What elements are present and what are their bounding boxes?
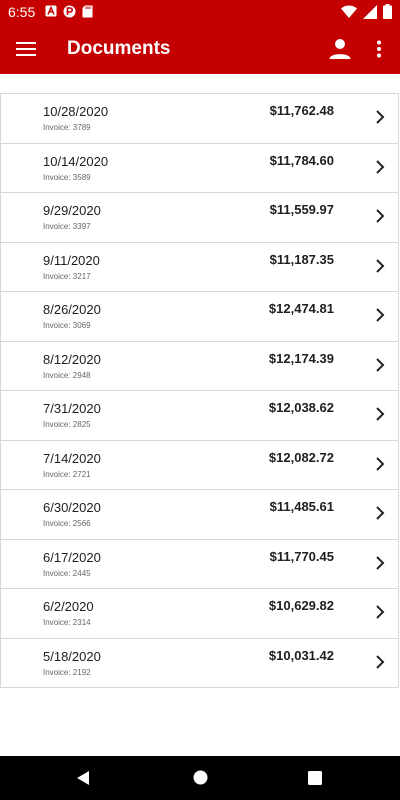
document-amount: $10,031.42	[268, 647, 334, 663]
p-badge-icon	[63, 5, 76, 18]
document-date: 6/17/2020	[43, 549, 101, 565]
status-bar: 6:55	[0, 0, 400, 24]
navigation-bar	[0, 756, 400, 800]
system-icons	[341, 4, 392, 19]
document-row[interactable]: 6/2/2020 Invoice: 2314 $10,629.82	[1, 589, 398, 639]
document-amount: $11,559.97	[269, 202, 334, 217]
text-a-icon	[45, 5, 57, 17]
chevron-right-icon	[376, 357, 385, 372]
chevron-right-icon	[376, 308, 385, 322]
document-amount: $10,629.82	[268, 598, 334, 613]
document-date: 7/31/2020	[43, 401, 101, 416]
document-invoice: Invoice: 3069	[43, 321, 91, 330]
document-date: 6/30/2020	[43, 500, 101, 515]
document-row[interactable]: 8/12/2020 Invoice: 2948 $12,174.39	[1, 342, 398, 391]
document-amount: $11,187.35	[269, 251, 334, 267]
document-amount: $12,038.62	[268, 400, 334, 415]
document-invoice: Invoice: 3217	[43, 271, 91, 281]
document-invoice: Invoice: 2721	[43, 469, 91, 479]
document-row[interactable]: 9/29/2020 Invoice: 3397 $11,559.97	[1, 193, 398, 243]
document-date: 9/29/2020	[43, 203, 101, 218]
document-date: 7/14/2020	[43, 450, 101, 466]
sd-card-icon	[82, 5, 93, 18]
account-button[interactable]	[326, 35, 354, 63]
chevron-right-icon	[376, 159, 385, 174]
home-icon[interactable]	[193, 770, 208, 785]
chevron-right-icon	[376, 555, 385, 570]
document-invoice: Invoice: 2192	[43, 667, 91, 677]
document-date: 8/12/2020	[43, 351, 101, 367]
recents-icon[interactable]	[308, 771, 322, 785]
person-icon	[329, 39, 351, 59]
chevron-right-icon	[376, 456, 385, 471]
document-invoice: Invoice: 2948	[43, 370, 91, 380]
more-vertical-icon	[377, 40, 381, 58]
document-amount: $11,770.45	[269, 548, 334, 564]
document-date: 9/11/2020	[43, 252, 100, 268]
document-date: 10/14/2020	[43, 153, 109, 169]
back-icon[interactable]	[76, 770, 90, 786]
document-row[interactable]: 7/31/2020 Invoice: 2825 $12,038.62	[1, 391, 398, 441]
document-amount: $12,082.72	[268, 449, 334, 465]
chevron-right-icon	[376, 506, 385, 520]
chevron-right-icon	[376, 258, 385, 273]
document-invoice: Invoice: 2445	[43, 568, 91, 578]
document-row[interactable]: 5/18/2020 Invoice: 2192 $10,031.42	[1, 639, 398, 688]
overflow-menu-button[interactable]	[368, 35, 390, 63]
chevron-right-icon	[376, 605, 385, 619]
document-row[interactable]: 7/14/2020 Invoice: 2721 $12,082.72	[1, 441, 398, 490]
document-amount: $11,784.60	[269, 152, 334, 168]
document-date: 6/2/2020	[43, 599, 94, 614]
app-bar: Documents	[0, 24, 400, 74]
chevron-right-icon	[376, 407, 385, 421]
status-time: 6:55	[8, 4, 36, 20]
hamburger-menu-icon	[16, 42, 36, 56]
wifi-icon	[341, 4, 357, 18]
document-invoice: Invoice: 2566	[43, 519, 91, 528]
document-date: 8/26/2020	[43, 302, 101, 317]
chevron-right-icon	[376, 209, 385, 223]
page-title: Documents	[67, 38, 171, 59]
document-amount: $11,485.61	[269, 499, 334, 514]
signal-icon	[363, 4, 377, 19]
document-amount: $12,174.39	[268, 350, 334, 366]
document-list: 10/28/2020 Invoice: 3789 $11,762.48 10/1…	[0, 93, 399, 688]
document-amount: $12,474.81	[268, 301, 334, 316]
document-invoice: Invoice: 3589	[43, 172, 91, 182]
document-invoice: Invoice: 2314	[43, 618, 91, 627]
document-invoice: Invoice: 3789	[43, 123, 91, 132]
chevron-right-icon	[376, 110, 385, 124]
chevron-right-icon	[376, 654, 385, 669]
screen: 6:55 Documents 10/28/2020 Invoice: 3789 …	[0, 0, 400, 800]
document-date: 5/18/2020	[43, 648, 101, 664]
battery-icon	[383, 4, 392, 19]
document-row[interactable]: 6/17/2020 Invoice: 2445 $11,770.45	[1, 540, 398, 589]
document-row[interactable]: 8/26/2020 Invoice: 3069 $12,474.81	[1, 292, 398, 342]
notification-icons	[45, 5, 93, 18]
document-row[interactable]: 10/14/2020 Invoice: 3589 $11,784.60	[1, 144, 398, 193]
document-invoice: Invoice: 3397	[43, 222, 91, 231]
document-row[interactable]: 6/30/2020 Invoice: 2566 $11,485.61	[1, 490, 398, 540]
document-row[interactable]: 10/28/2020 Invoice: 3789 $11,762.48	[1, 94, 398, 144]
document-amount: $11,762.48	[269, 103, 334, 118]
document-row[interactable]: 9/11/2020 Invoice: 3217 $11,187.35	[1, 243, 398, 292]
menu-button[interactable]	[12, 35, 40, 63]
document-date: 10/28/2020	[43, 104, 109, 119]
document-invoice: Invoice: 2825	[43, 420, 91, 429]
